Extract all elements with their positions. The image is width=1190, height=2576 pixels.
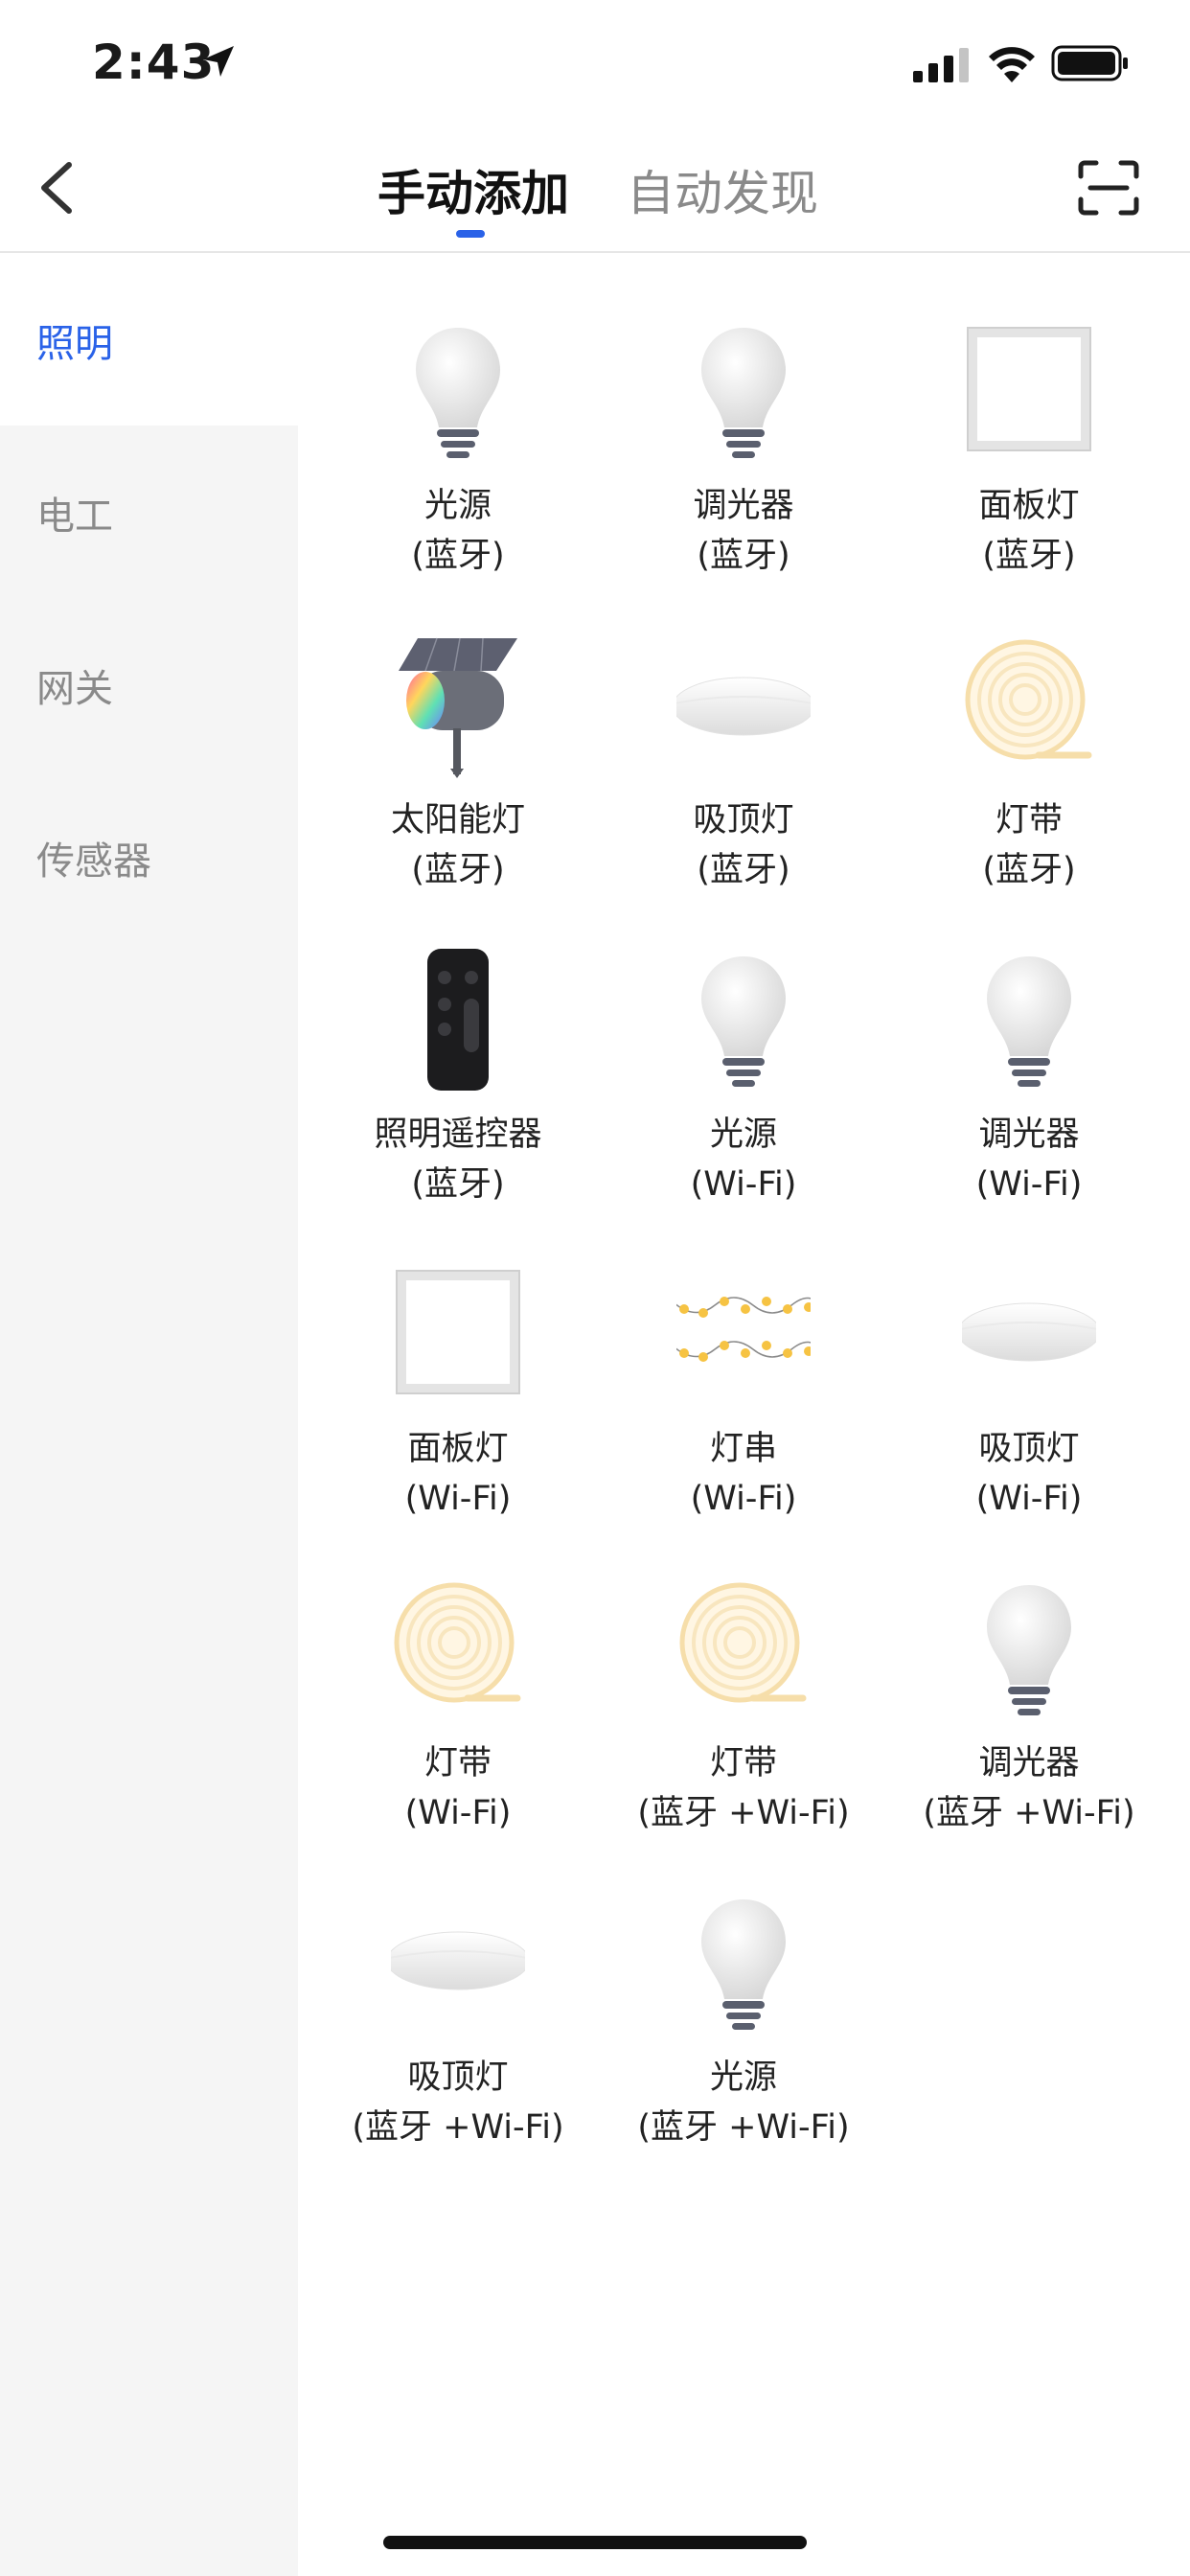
device-name: 灯带 [423,1744,492,1782]
panel-light-icon [396,1270,520,1394]
bulb-icon [701,1899,786,2030]
panel-light-icon [967,327,1091,451]
device-tile[interactable]: 太阳能灯 (蓝牙) [314,567,602,889]
device-name: 光源 [423,487,492,525]
device-name: 调光器 [693,487,794,525]
ceiling-light-icon [676,677,811,736]
scan-icon[interactable] [1077,159,1140,217]
sidebar-item-label: 电工 [36,494,113,539]
device-name: 调光器 [978,1116,1080,1154]
device-name: 灯带 [709,1744,777,1782]
device-tile[interactable]: 面板灯 (Wi-Fi) [314,1196,602,1518]
device-tile[interactable]: 吸顶灯 (Wi-Fi) [885,1196,1173,1518]
wifi-icon [989,47,1035,82]
active-tab-indicator [456,230,485,238]
cellular-signal-icon [913,48,969,82]
location-arrow-icon [203,46,234,77]
device-name: 吸顶灯 [407,2058,509,2097]
device-tile[interactable]: 吸顶灯 (蓝牙 +Wi-Fi) [314,1825,602,2147]
device-name: 吸顶灯 [693,801,794,840]
bulb-icon [416,328,500,458]
device-tile[interactable]: 调光器 (蓝牙 +Wi-Fi) [885,1510,1173,1832]
nav-bar: 手动添加 自动发现 [0,126,1190,253]
remote-icon [427,949,489,1091]
back-arrow-icon[interactable] [34,153,80,222]
device-tile[interactable]: 灯串 (Wi-Fi) [600,1196,887,1518]
solar-light-icon [399,637,517,778]
device-tile[interactable]: 光源 (Wi-Fi) [600,882,887,1204]
sidebar-item-electrical[interactable]: 电工 [0,426,298,598]
device-name: 灯串 [709,1430,777,1468]
device-protocol: (蓝牙 +Wi-Fi) [352,2108,564,2147]
home-indicator [383,2536,807,2549]
device-tile[interactable]: 调光器 (蓝牙) [600,253,887,575]
device-tile[interactable]: 光源 (蓝牙 +Wi-Fi) [600,1825,887,2147]
device-name: 调光器 [978,1744,1080,1782]
light-strip-icon [679,1582,807,1703]
device-name: 吸顶灯 [978,1430,1080,1468]
bulb-icon [987,1585,1071,1715]
sidebar-item-gateway[interactable]: 网关 [0,598,298,770]
bulb-icon [987,956,1071,1087]
ceiling-light-icon [962,1302,1096,1362]
device-name: 面板灯 [978,487,1080,525]
sidebar-item-label: 照明 [36,322,113,366]
device-name: 光源 [709,2058,777,2097]
sidebar-item-label: 传感器 [36,840,151,884]
tab-manual-add[interactable]: 手动添加 [378,155,569,224]
device-name: 面板灯 [407,1430,509,1468]
string-lights-icon [676,1297,811,1362]
bulb-icon [701,956,786,1087]
device-tile[interactable]: 灯带 (蓝牙) [885,567,1173,889]
device-tile[interactable]: 光源 (蓝牙) [314,253,602,575]
bulb-icon [701,328,786,458]
sidebar-item-lighting[interactable]: 照明 [0,253,298,426]
battery-icon [1051,45,1128,81]
tab-auto-discover[interactable]: 自动发现 [627,155,818,224]
device-protocol: (蓝牙 +Wi-Fi) [923,1794,1135,1832]
device-name: 光源 [709,1116,777,1154]
device-tile[interactable]: 调光器 (Wi-Fi) [885,882,1173,1204]
category-sidebar: 照明 电工 网关 传感器 [0,253,298,2576]
light-strip-icon [394,1582,521,1703]
device-protocol: (蓝牙 +Wi-Fi) [637,2108,850,2147]
device-tile[interactable]: 面板灯 (蓝牙) [885,253,1173,575]
device-name: 照明遥控器 [374,1116,542,1154]
ceiling-light-icon [391,1931,525,1990]
sidebar-item-sensor[interactable]: 传感器 [0,770,298,943]
light-strip-icon [965,639,1092,760]
device-tile[interactable]: 吸顶灯 (蓝牙) [600,567,887,889]
device-tile[interactable]: 灯带 (Wi-Fi) [314,1510,602,1832]
status-time: 2:43 [92,34,216,90]
device-tile[interactable]: 灯带 (蓝牙 +Wi-Fi) [600,1510,887,1832]
status-bar: 2:43 [0,0,1190,126]
device-name: 太阳能灯 [390,801,525,840]
device-tile[interactable]: 照明遥控器 (蓝牙) [314,882,602,1204]
sidebar-item-label: 网关 [36,667,113,711]
device-name: 灯带 [995,801,1063,840]
